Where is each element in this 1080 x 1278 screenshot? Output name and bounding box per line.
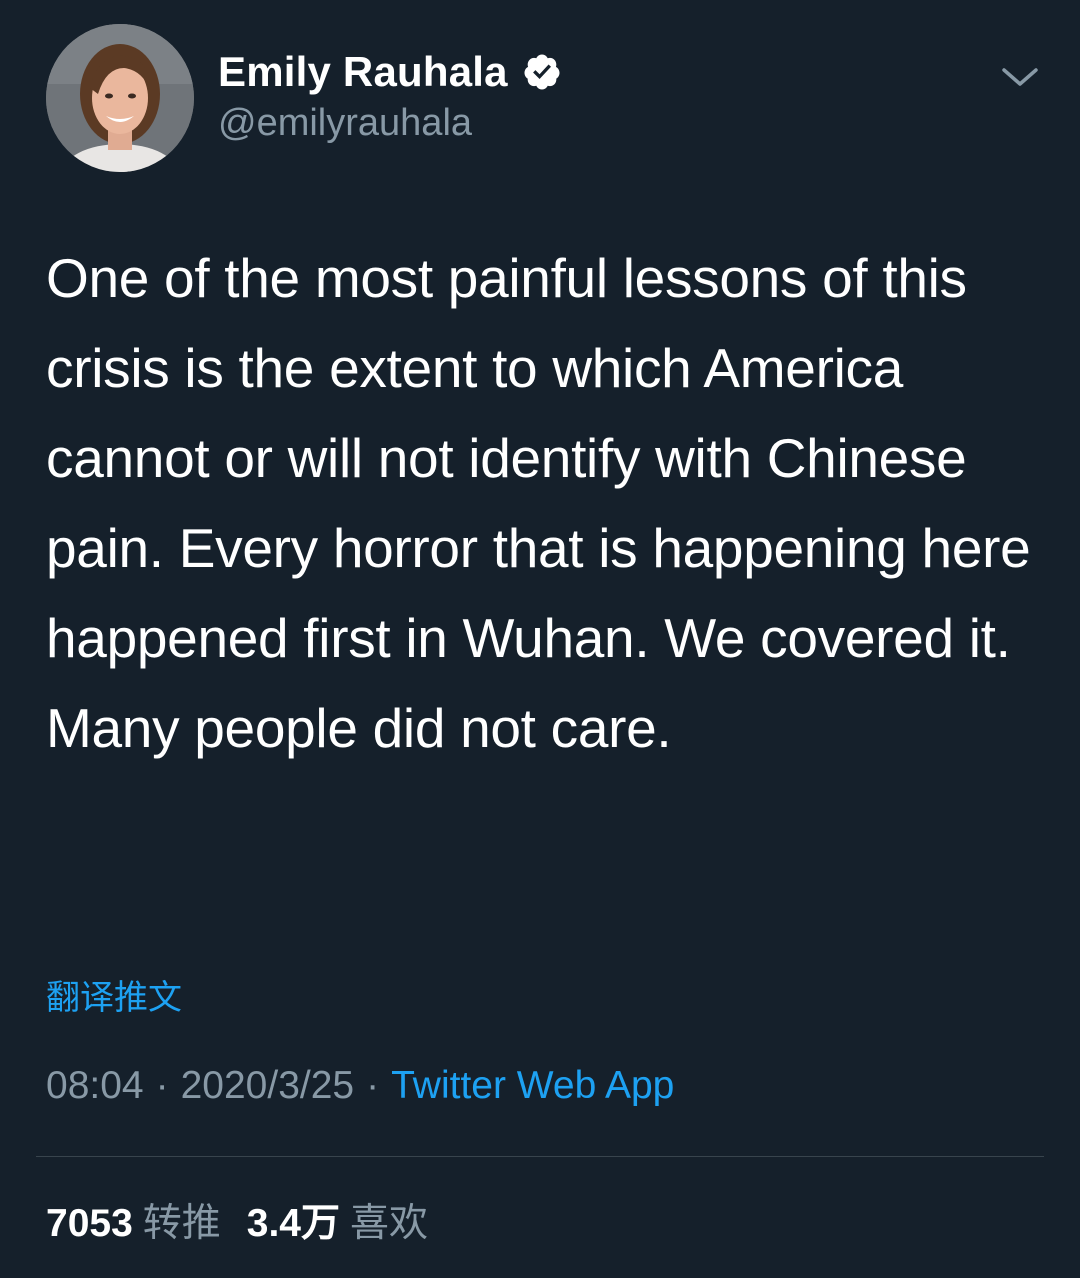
chevron-down-icon[interactable]	[998, 62, 1042, 92]
retweet-count: 7053	[46, 1202, 133, 1245]
like-label: 喜欢	[350, 1201, 429, 1246]
like-count: 3.4万	[246, 1202, 340, 1245]
likes-stat[interactable]: 3.4万 喜欢	[246, 1201, 454, 1246]
author-display-name[interactable]: Emily Rauhala	[218, 48, 508, 96]
tweet-metadata: 08:04 · 2020/3/25 · Twitter Web App	[46, 1064, 674, 1108]
divider	[36, 1156, 1044, 1157]
tweet-time: 08:04	[46, 1064, 144, 1107]
meta-separator: ·	[366, 1064, 380, 1107]
tweet-text: One of the most painful lessons of this …	[46, 247, 1031, 759]
translate-tweet-link[interactable]: 翻译推文	[46, 970, 182, 1019]
tweet-source-link[interactable]: Twitter Web App	[391, 1064, 674, 1107]
author-handle[interactable]: @emilyrauhala	[218, 102, 562, 145]
author-info[interactable]: Emily Rauhala @emilyrauhala	[218, 44, 562, 145]
avatar[interactable]	[46, 24, 194, 172]
retweet-label: 转推	[142, 1201, 221, 1246]
tweet-header: Emily Rauhala @emilyrauhala	[46, 24, 1046, 174]
retweets-stat[interactable]: 7053 转推	[46, 1201, 247, 1246]
tweet-stats: 7053 转推 3.4万 喜欢	[46, 1192, 454, 1248]
verified-badge-icon	[522, 52, 562, 92]
meta-separator: ·	[155, 1064, 169, 1107]
tweet-date: 2020/3/25	[180, 1064, 355, 1107]
